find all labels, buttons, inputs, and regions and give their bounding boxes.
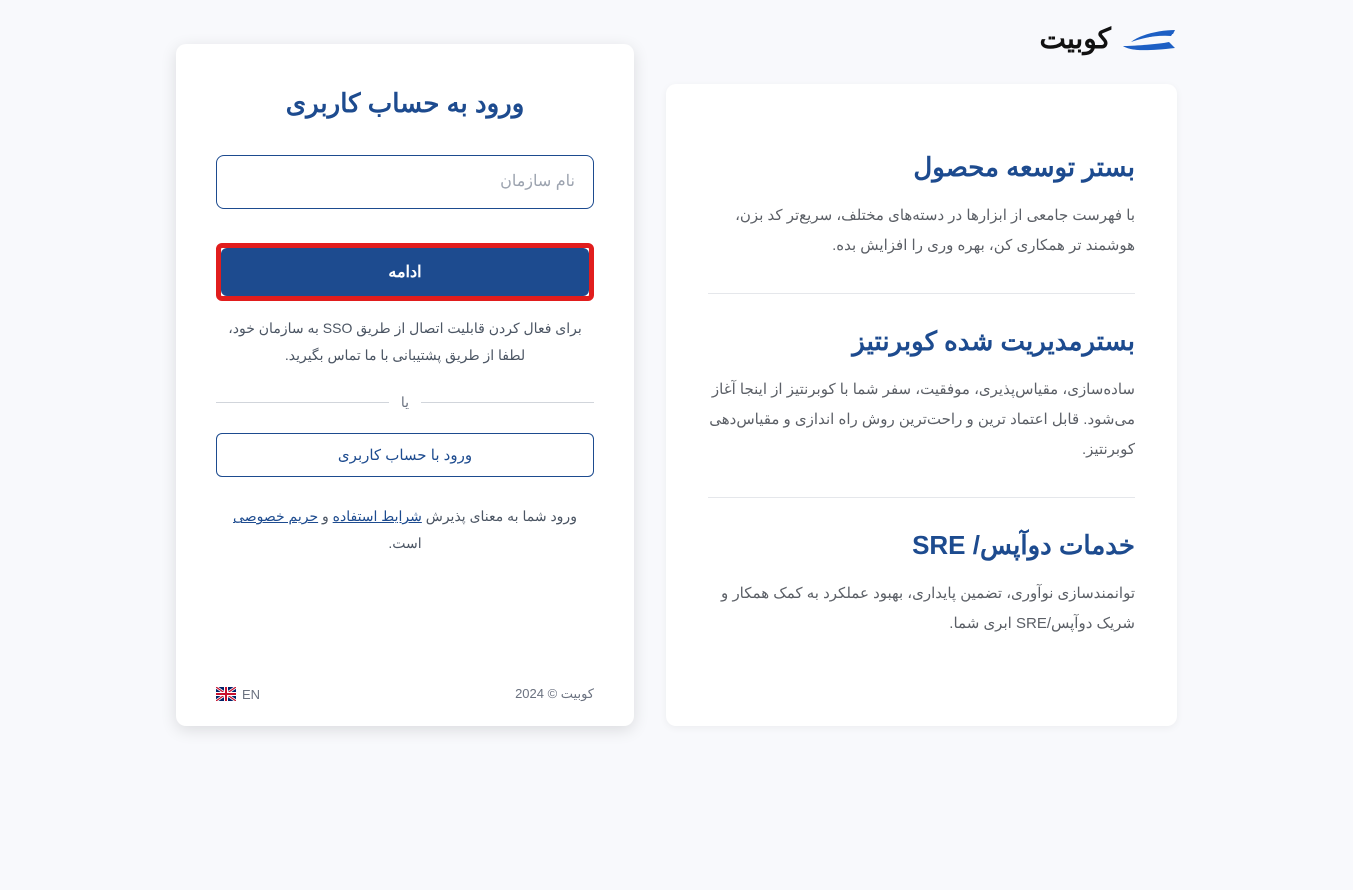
- language-switcher[interactable]: EN: [216, 687, 260, 702]
- info-desc-2: ساده‌سازی، مقیاس‌پذیری، موفقیت، سفر شما …: [708, 375, 1135, 465]
- divider-label: یا: [401, 394, 409, 411]
- info-section-2: بسترمدیریت شده کوبرنتیز ساده‌سازی، مقیاس…: [708, 293, 1135, 497]
- divider-line-left: [421, 402, 594, 403]
- copyright-text: کوبیت © 2024: [515, 686, 594, 702]
- terms-suffix: است.: [388, 535, 421, 551]
- alt-login-button[interactable]: ورود با حساب کاربری: [216, 433, 594, 477]
- info-desc-1: با فهرست جامعی از ابزارها در دسته‌های مخ…: [708, 201, 1135, 261]
- uk-flag-icon: [216, 687, 236, 701]
- divider: یا: [216, 394, 594, 411]
- login-card: ورود به حساب کاربری ادامه برای فعال کردن…: [176, 44, 634, 726]
- info-desc-3: توانمندسازی نوآوری، تضمین پایداری، بهبود…: [708, 579, 1135, 639]
- continue-highlight-box: ادامه: [216, 243, 594, 301]
- login-title: ورود به حساب کاربری: [216, 88, 594, 119]
- card-footer: کوبیت © 2024 EN: [216, 686, 594, 702]
- terms-and: و: [318, 508, 333, 524]
- info-title-1: بستر توسعه محصول: [708, 152, 1135, 183]
- organization-input[interactable]: [216, 155, 594, 209]
- terms-prefix: ورود شما به معنای پذیرش: [422, 508, 577, 524]
- brand-header: کوبیت: [1039, 22, 1177, 55]
- info-title-3: خدمات دوآپس/ SRE: [708, 530, 1135, 561]
- language-label: EN: [242, 687, 260, 702]
- boat-logo-icon: [1121, 24, 1177, 54]
- sso-note: برای فعال کردن قابلیت اتصال از طریق SSO …: [216, 315, 594, 368]
- org-input-wrap: [216, 155, 594, 209]
- info-title-2: بسترمدیریت شده کوبرنتیز: [708, 326, 1135, 357]
- divider-line-right: [216, 402, 389, 403]
- info-section-1: بستر توسعه محصول با فهرست جامعی از ابزار…: [708, 134, 1135, 293]
- marketing-panel: بستر توسعه محصول با فهرست جامعی از ابزار…: [666, 84, 1177, 726]
- continue-button[interactable]: ادامه: [221, 248, 589, 296]
- privacy-link[interactable]: حریم خصوصی: [233, 508, 318, 524]
- info-section-3: خدمات دوآپس/ SRE توانمندسازی نوآوری، تضم…: [708, 497, 1135, 671]
- terms-of-use-link[interactable]: شرایط استفاده: [333, 508, 422, 524]
- terms-text: ورود شما به معنای پذیرش شرایط استفاده و …: [216, 503, 594, 556]
- brand-name: کوبیت: [1039, 22, 1111, 55]
